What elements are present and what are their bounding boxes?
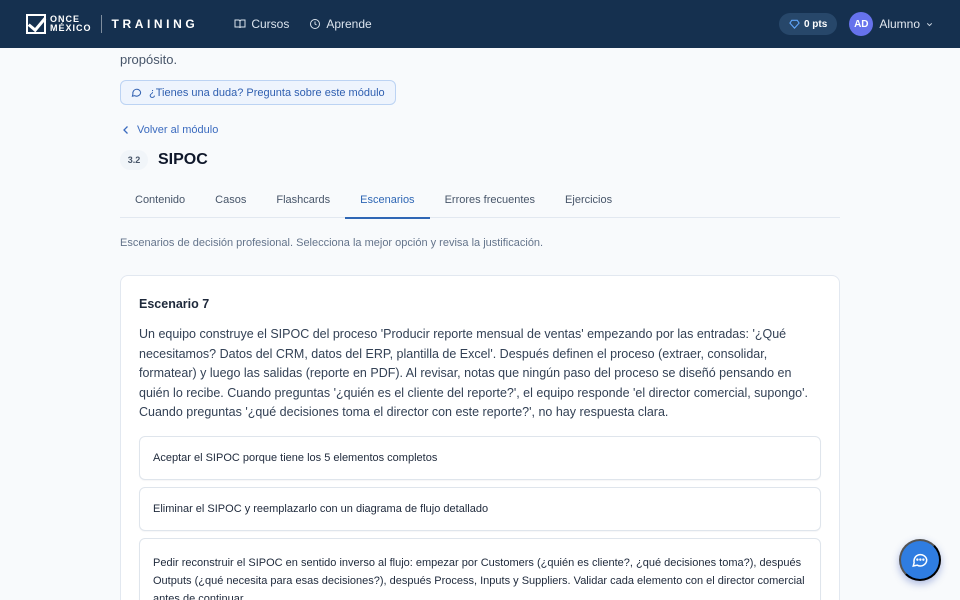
back-to-module-link[interactable]: Volver al módulo [122, 124, 218, 136]
scenario-option-3[interactable]: Pedir reconstruir el SIPOC en sentido in… [139, 538, 821, 600]
previous-text-tail: propósito. [120, 52, 178, 67]
compass-icon [310, 19, 321, 29]
gem-icon [789, 19, 800, 29]
chat-icon [912, 553, 928, 567]
logo-line-2: MÉXICO [50, 23, 92, 33]
tab-contenido[interactable]: Contenido [120, 188, 200, 218]
module-tabs: Contenido Casos Flashcards Escenarios Er… [120, 188, 840, 219]
module-title: SIPOC [158, 151, 208, 168]
scenarios-intro: Escenarios de decisión profesional. Sele… [120, 237, 544, 249]
scenario-title: Escenario 7 [139, 297, 210, 311]
nav-cursos[interactable]: Cursos [234, 17, 289, 31]
product-name: TRAINING [111, 17, 199, 31]
tab-escenarios[interactable]: Escenarios [345, 188, 430, 219]
tab-ejercicios[interactable]: Ejercicios [550, 188, 627, 218]
option-2-text: Eliminar el SIPOC y reemplazarlo con un … [153, 503, 489, 515]
ask-question-button[interactable]: ¿Tienes una duda? Pregunta sobre este mó… [120, 80, 396, 105]
book-icon [234, 19, 246, 29]
chevron-left-icon [123, 126, 128, 134]
brand-logo[interactable]: ONCE MÉXICO TRAINING [26, 14, 198, 34]
tab-flashcards[interactable]: Flashcards [261, 188, 345, 218]
chat-assistant-button[interactable] [899, 539, 941, 581]
user-name[interactable]: Alumno [879, 17, 920, 31]
nav-aprende[interactable]: Aprende [309, 17, 372, 31]
option-3-text: Pedir reconstruir el SIPOC en sentido in… [153, 557, 805, 600]
points-badge[interactable]: 0 pts [778, 13, 838, 35]
logo-divider [100, 15, 102, 33]
user-area: 0 pts AD Alumno [778, 12, 934, 36]
tab-casos[interactable]: Casos [200, 188, 261, 218]
user-avatar[interactable]: AD [849, 12, 874, 36]
module-number-badge: 3.2 [120, 150, 148, 170]
logo-wordmark: ONCE MÉXICO [50, 15, 92, 33]
nav-aprende-label: Aprende [326, 17, 372, 31]
main-nav: Cursos Aprende [234, 17, 391, 31]
chevron-down-icon[interactable] [925, 20, 934, 29]
module-header: 3.2 SIPOC [120, 150, 208, 170]
ask-question-label: ¿Tienes una duda? Pregunta sobre este mó… [149, 86, 385, 99]
back-link-label: Volver al módulo [137, 124, 219, 136]
tab-errores-frecuentes[interactable]: Errores frecuentes [430, 188, 550, 218]
scenario-description: Un equipo construye el SIPOC del proceso… [139, 327, 808, 419]
checkbox-logo-icon [26, 14, 46, 34]
scenario-card: Escenario 7 Un equipo construye el SIPOC… [120, 275, 840, 600]
points-value: 0 pts [803, 18, 828, 30]
option-1-text: Aceptar el SIPOC porque tiene los 5 elem… [153, 452, 438, 464]
nav-cursos-label: Cursos [251, 17, 290, 31]
scenario-option-1[interactable]: Aceptar el SIPOC porque tiene los 5 elem… [139, 436, 821, 480]
scenario-option-2[interactable]: Eliminar el SIPOC y reemplazarlo con un … [139, 487, 821, 531]
chat-bubble-icon [131, 88, 142, 97]
top-navbar: ONCE MÉXICO TRAINING Cursos Aprende 0 pt… [0, 0, 960, 48]
